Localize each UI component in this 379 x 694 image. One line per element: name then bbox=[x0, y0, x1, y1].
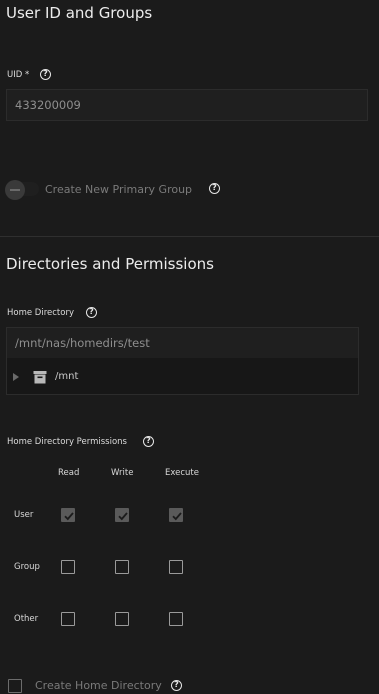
user-write-checkbox[interactable] bbox=[115, 508, 129, 522]
create-home-directory-label: Create Home Directory bbox=[35, 679, 162, 692]
other-execute-checkbox[interactable] bbox=[169, 612, 183, 626]
row-label-group: Group bbox=[14, 562, 40, 572]
col-execute: Execute bbox=[165, 468, 199, 478]
group-write-checkbox[interactable] bbox=[115, 560, 129, 574]
other-read-checkbox[interactable] bbox=[61, 612, 75, 626]
directory-tree: /mnt bbox=[6, 358, 359, 395]
create-home-help-icon[interactable]: ? bbox=[171, 680, 182, 691]
user-form-page: User ID and Groups UID * ? 433200009 Cre… bbox=[0, 0, 379, 694]
uid-help-icon[interactable]: ? bbox=[40, 69, 51, 80]
create-group-help-icon[interactable]: ? bbox=[209, 183, 220, 194]
group-execute-checkbox[interactable] bbox=[169, 560, 183, 574]
permissions-help-icon[interactable]: ? bbox=[143, 436, 154, 447]
expand-arrow-icon[interactable] bbox=[13, 373, 19, 381]
col-read: Read bbox=[58, 468, 80, 478]
uid-label: UID * bbox=[7, 70, 30, 80]
row-label-other: Other bbox=[14, 614, 39, 624]
user-read-checkbox[interactable] bbox=[61, 508, 75, 522]
home-directory-label: Home Directory bbox=[7, 308, 74, 318]
user-id-groups-title: User ID and Groups bbox=[6, 4, 153, 22]
create-primary-group-label: Create New Primary Group bbox=[45, 183, 193, 196]
create-home-directory-checkbox[interactable] bbox=[8, 679, 22, 693]
tree-node-mnt[interactable]: /mnt bbox=[55, 371, 78, 382]
home-directory-help-icon[interactable]: ? bbox=[86, 307, 97, 318]
user-execute-checkbox[interactable] bbox=[169, 508, 183, 522]
create-primary-group-toggle[interactable] bbox=[5, 180, 25, 200]
section-divider bbox=[0, 236, 379, 237]
folder-icon bbox=[33, 371, 47, 384]
other-write-checkbox[interactable] bbox=[115, 612, 129, 626]
row-label-user: User bbox=[14, 510, 34, 520]
home-permissions-label: Home Directory Permissions bbox=[7, 437, 127, 447]
uid-input[interactable]: 433200009 bbox=[6, 89, 368, 121]
group-read-checkbox[interactable] bbox=[61, 560, 75, 574]
home-directory-input[interactable]: /mnt/nas/homedirs/test bbox=[6, 327, 359, 359]
col-write: Write bbox=[111, 468, 134, 478]
directories-permissions-title: Directories and Permissions bbox=[6, 255, 214, 273]
